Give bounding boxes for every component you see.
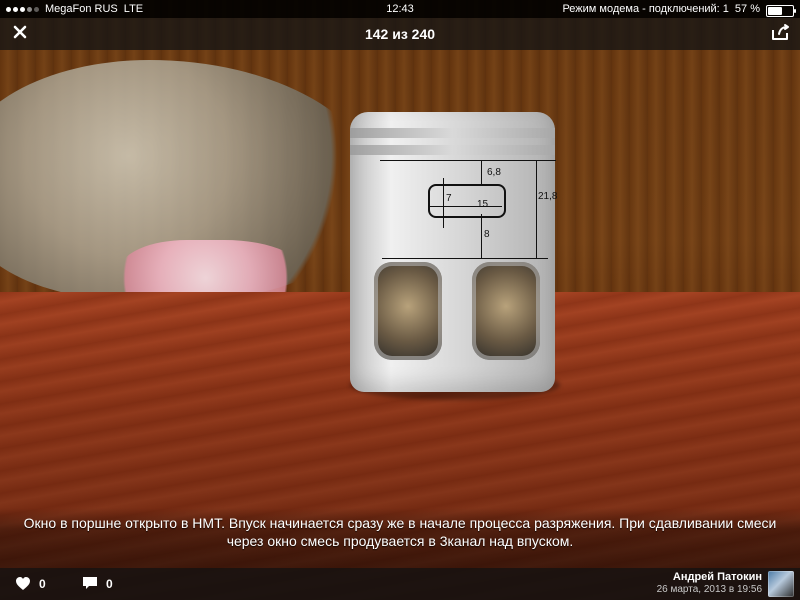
photo-counter: 142 из 240 [364,26,436,42]
battery-level [768,6,782,15]
post-date: 26 марта, 2013 в 19:56 [656,584,762,595]
photo-caption: Окно в поршне открыто в НМТ. Впуск начин… [0,508,800,568]
piston-port-right [472,262,540,360]
piston-port-left [374,262,442,360]
dimension-label-15: 15 [477,199,489,210]
dimension-label-7: 7 [446,193,452,204]
piston-ring [350,145,555,155]
dimension-label-8: 8 [484,229,490,240]
dimension-line [481,160,482,186]
dimension-label-6-8: 6,8 [487,167,501,178]
author-info[interactable]: Андрей Патокин 26 марта, 2013 в 19:56 [657,571,762,596]
share-icon [770,23,790,46]
avatar[interactable] [768,571,794,597]
hotspot-status: Режим модема - подключений: 1 [562,3,729,15]
dimension-line [382,258,548,259]
likes-count: 0 [39,577,46,591]
dimension-line [481,214,482,258]
battery-percent: 57 % [734,3,760,15]
heart-icon [14,575,32,594]
dimension-label-21-8: 21,8 [538,191,558,202]
comments-count: 0 [106,577,113,591]
status-right: Режим модема - подключений: 1 57 % [562,0,796,18]
dimension-line [443,178,444,228]
author-name: Андрей Патокин [672,571,762,583]
battery-icon [766,4,796,17]
dimension-line [380,160,556,161]
caption-text: Окно в поршне открыто в НМТ. Впуск начин… [23,515,777,549]
comment-icon [81,575,99,594]
drawn-window-outline [428,184,506,218]
comment-button[interactable]: 0 [81,568,113,600]
dimension-line [428,206,502,207]
like-button[interactable]: 0 [14,568,46,600]
bottom-bar: 0 0 Андрей Патокин 26 марта, 2013 в 19:5… [0,568,800,600]
share-button[interactable] [760,18,800,50]
piston-ring [350,128,555,138]
top-navigation-bar: 142 из 240 [0,18,800,50]
dimension-line [536,160,537,258]
status-bar: MegaFon RUS LTE 12:43 Режим модема - под… [0,0,800,18]
